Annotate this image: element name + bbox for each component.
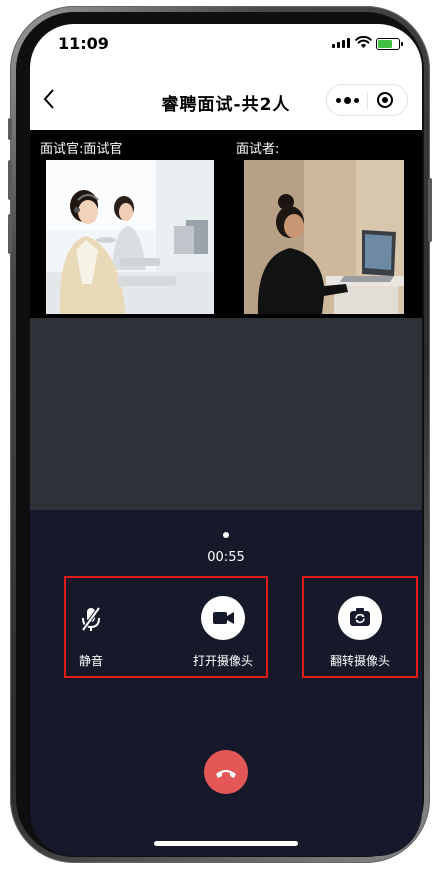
more-dot (353, 97, 359, 103)
video-area: 面试官:面试官 面试者: (30, 130, 422, 318)
nav-bar: 睿聘面试-共2人 (30, 72, 422, 130)
phone-hangup-icon (216, 770, 236, 778)
mute-icon-wrap (69, 596, 113, 640)
interviewer-label: 面试官:面试官 (40, 142, 123, 157)
empty-video-slot (30, 318, 422, 510)
side-button-volume-up (8, 160, 12, 200)
flip-camera-label: 翻转摄像头 (329, 654, 390, 668)
side-button-volume-down (8, 214, 12, 254)
screen: 11:09 睿聘面试-共2人 面试官:面试官 面试者: 00:55 静音 打开摄… (30, 24, 422, 856)
candidate-video-image (244, 160, 404, 314)
status-bar: 11:09 (30, 24, 422, 72)
battery-icon (376, 38, 403, 50)
more-dot (335, 97, 341, 103)
wifi-icon (355, 35, 372, 48)
call-timer: 00:55 (207, 550, 245, 565)
candidate-video[interactable] (244, 160, 404, 314)
mute-label: 静音 (78, 654, 103, 668)
open-camera-button[interactable]: 打开摄像头 (178, 596, 268, 669)
miniprogram-capsule (326, 84, 408, 116)
open-camera-label: 打开摄像头 (192, 654, 253, 668)
interviewer-video-image (46, 160, 214, 314)
interviewer-video[interactable] (46, 160, 214, 314)
more-button[interactable] (327, 85, 367, 115)
capsule-divider (367, 92, 368, 110)
page-indicator-dot (223, 532, 229, 538)
close-miniprogram-icon[interactable] (377, 92, 393, 108)
camera-flip-icon (350, 608, 370, 626)
status-time: 11:09 (58, 34, 109, 53)
flip-camera-button[interactable]: 翻转摄像头 (315, 596, 405, 669)
home-indicator (154, 841, 298, 846)
mute-button[interactable]: 静音 (46, 596, 136, 669)
side-button-mute (8, 118, 12, 140)
mic-off-icon (81, 606, 101, 632)
camera-icon-wrap (201, 596, 245, 640)
hangup-button[interactable] (204, 750, 248, 794)
video-camera-icon (213, 612, 234, 624)
signal-icon (332, 38, 350, 48)
more-dot (343, 96, 351, 104)
side-button-power (428, 178, 432, 242)
candidate-label: 面试者: (236, 142, 280, 157)
flip-icon-wrap (338, 596, 382, 640)
